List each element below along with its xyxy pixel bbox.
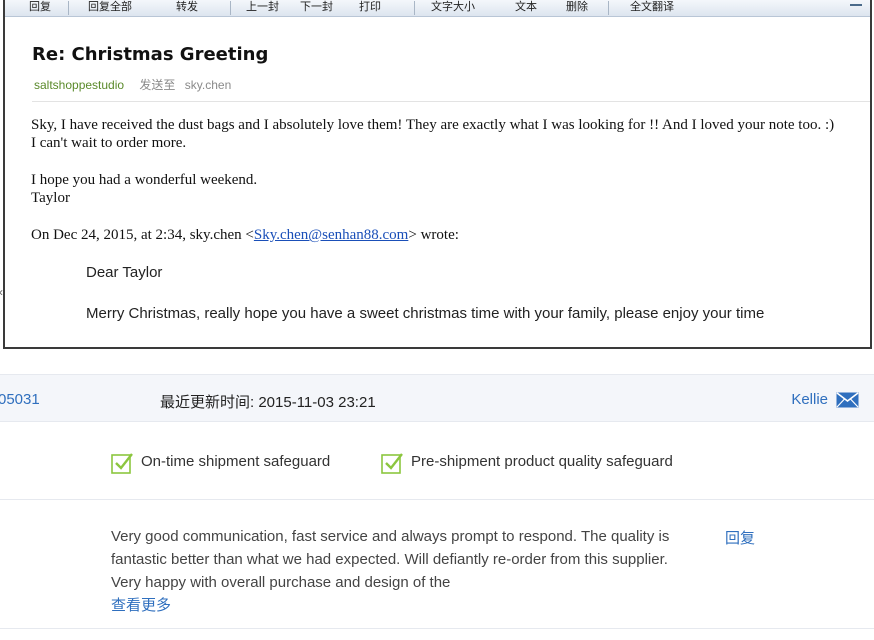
reply-link[interactable]: 回复	[725, 527, 755, 548]
review-header: 05031 最近更新时间: 2015-11-03 23:21 Kellie	[0, 374, 874, 422]
email-screenshot: 回复 回复全部 转发 上一封 下一封 打印 文字大小 文本 删除 全文翻译 Re…	[3, 0, 872, 349]
previous-email-button[interactable]: 上一封	[246, 1, 279, 13]
quote-email-link[interactable]: Sky.chen@senhan88.com	[254, 227, 408, 243]
plain-text-button[interactable]: 文本	[515, 1, 537, 13]
email-subject: Re: Christmas Greeting	[32, 44, 269, 65]
print-button[interactable]: 打印	[359, 1, 381, 13]
reply-all-button[interactable]: 回复全部	[88, 1, 132, 13]
safeguards-row: On-time shipment safeguard Pre-shipment …	[0, 423, 874, 500]
signature: Taylor	[31, 190, 70, 206]
toolbar-divider	[608, 1, 609, 15]
last-updated-time: 2015-11-03 23:21	[258, 394, 376, 411]
recipient-name[interactable]: sky.chen	[185, 78, 231, 92]
text-size-button[interactable]: 文字大小	[431, 1, 475, 13]
safeguard-quality: Pre-shipment product quality safeguard	[411, 453, 673, 470]
mail-icon[interactable]	[836, 392, 859, 408]
toolbar-divider	[230, 1, 231, 15]
translate-button[interactable]: 全文翻译	[630, 1, 674, 13]
reviewer-name[interactable]: Kellie	[791, 391, 828, 408]
check-box-icon	[381, 453, 403, 474]
chevron-left-icon[interactable]: ‹	[0, 285, 3, 299]
delete-button[interactable]: 删除	[566, 1, 588, 13]
check-box-icon	[111, 453, 133, 474]
quoted-greeting: Dear Taylor	[86, 264, 163, 281]
email-toolbar: 回复 回复全部 转发 上一封 下一封 打印 文字大小 文本 删除 全文翻译	[5, 0, 870, 17]
order-id[interactable]: 05031	[0, 391, 40, 408]
quote-prefix: On Dec 24, 2015, at 2:34, sky.chen <	[31, 227, 254, 243]
quote-suffix: > wrote:	[408, 227, 459, 243]
see-more-link[interactable]: 查看更多	[111, 594, 171, 615]
forward-button[interactable]: 转发	[176, 1, 198, 13]
divider	[0, 628, 874, 629]
safeguard-ontime: On-time shipment safeguard	[141, 453, 331, 470]
collapse-icon[interactable]	[850, 4, 862, 13]
quote-header: On Dec 24, 2015, at 2:34, sky.chen <Sky.…	[31, 226, 870, 244]
toolbar-divider	[414, 1, 415, 15]
body-line: Sky, I have received the dust bags and I…	[31, 117, 835, 133]
quoted-body: Merry Christmas, really hope you have a …	[86, 305, 765, 322]
sent-to-label: 发送至	[139, 78, 176, 92]
next-email-button[interactable]: 下一封	[300, 1, 333, 13]
last-updated: 最近更新时间: 2015-11-03 23:21	[160, 391, 376, 412]
email-meta: saltshoppestudio 发送至 sky.chen	[34, 76, 231, 93]
body-line: I can't wait to order more.	[31, 135, 187, 151]
last-updated-label: 最近更新时间:	[160, 394, 259, 411]
sender-name[interactable]: saltshoppestudio	[34, 78, 124, 92]
toolbar-divider	[68, 1, 69, 15]
review-comment: Very good communication, fast service an…	[111, 528, 670, 591]
email-body: Sky, I have received the dust bags and I…	[31, 116, 870, 244]
divider	[32, 101, 870, 102]
body-line: I hope you had a wonderful weekend.	[31, 172, 258, 188]
reply-button[interactable]: 回复	[29, 1, 51, 13]
